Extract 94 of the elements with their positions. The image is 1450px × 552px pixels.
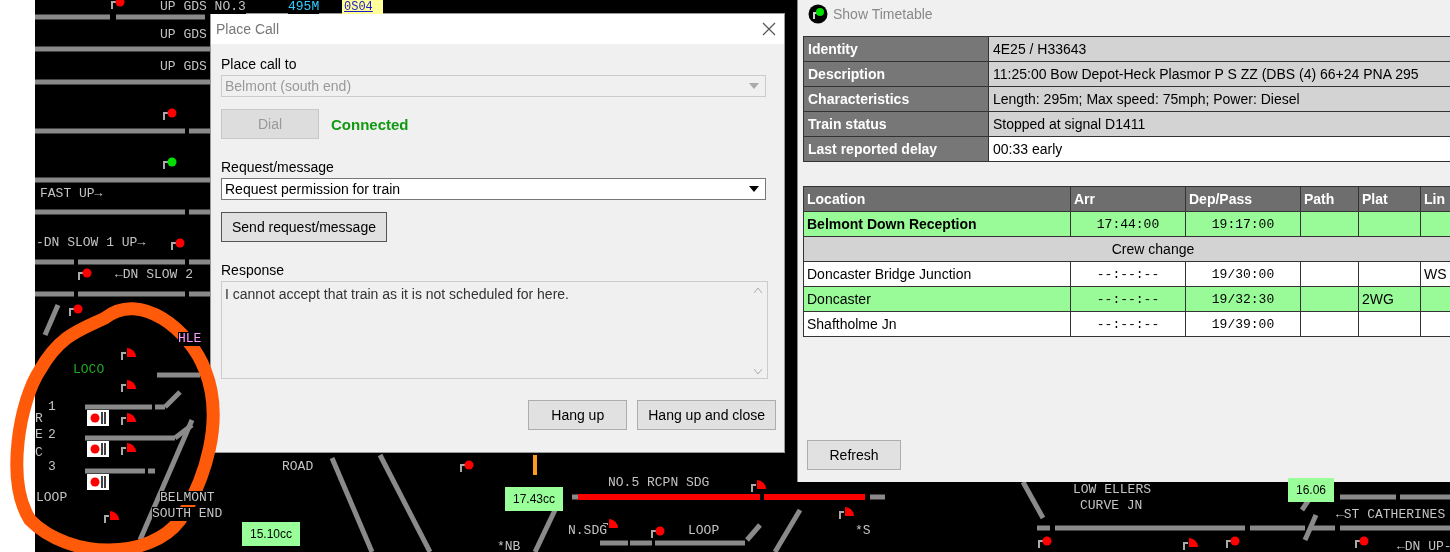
table-cell: Train status [803, 111, 989, 137]
signal-icon[interactable] [171, 238, 185, 251]
table-cell: Doncaster [803, 286, 1071, 312]
table-cell: Identity [803, 36, 989, 62]
signal-icon[interactable] [1355, 536, 1369, 549]
refresh-button[interactable]: Refresh [807, 440, 901, 470]
timer-label: 16.06 [1288, 478, 1335, 502]
track-label: *NB [497, 540, 521, 552]
shunt-signal-icon[interactable] [104, 511, 119, 524]
track-line [85, 404, 152, 410]
signal-icon [808, 4, 828, 24]
track-line [35, 259, 74, 265]
table-cell: Shaftholme Jn [803, 311, 1071, 337]
table-cell: 19:17:00 [1185, 211, 1301, 237]
shunt-signal-icon[interactable] [121, 348, 136, 361]
table-cell: Last reported delay [803, 136, 989, 162]
field-label: Response [221, 262, 285, 278]
column-header: Path [1300, 186, 1359, 212]
send-button[interactable]: Send request/message [221, 212, 387, 242]
column-header: Arr [1070, 186, 1186, 212]
timer-label: 17.43cc [505, 487, 564, 511]
signal-icon[interactable] [163, 108, 177, 121]
table-cell: --:--:-- [1070, 311, 1186, 337]
track-line [35, 291, 74, 297]
shunt-signal-icon[interactable] [121, 443, 136, 456]
shunt-signal-icon[interactable] [839, 507, 854, 520]
track-line [189, 128, 210, 134]
table-cell: Doncaster Bridge Junction [803, 261, 1071, 287]
track-line [1400, 494, 1450, 500]
signal-icon[interactable] [460, 460, 474, 473]
table-cell: 19/32:30 [1185, 286, 1301, 312]
track-label: HLE [178, 332, 202, 346]
track-line [189, 209, 210, 215]
shunt-signal-icon[interactable] [751, 480, 766, 493]
track-label: ←DN UP- [1397, 540, 1450, 552]
column-header: Dep/Pass [1185, 186, 1301, 212]
close-icon[interactable] [762, 22, 776, 36]
table-cell: 11:25:00 Bow Depot-Heck Plasmor P S ZZ (DBS (4) 66+24 PNA 295 [988, 61, 1450, 87]
signal-icon[interactable] [78, 268, 92, 281]
track-line [870, 494, 885, 500]
table-cell: 19/30:00 [1185, 261, 1301, 287]
track-label: UP GDS NO.3 [160, 0, 246, 14]
position-signal-icon[interactable] [87, 441, 109, 457]
signal-icon[interactable] [69, 304, 83, 317]
track-line [189, 259, 210, 265]
signal-icon[interactable] [111, 0, 125, 10]
shunt-signal-icon[interactable] [121, 380, 136, 393]
field-label: Request/message [221, 159, 334, 175]
field-label: Place call to [221, 56, 297, 72]
table-cell: 17:44:00 [1070, 211, 1186, 237]
column-header: Plat [1358, 186, 1421, 212]
table-cell: Length: 295m; Max speed: 75mph; Power: Diesel [988, 86, 1450, 112]
position-signal-icon[interactable] [87, 474, 109, 490]
berth-label: 0S04 [342, 0, 383, 14]
table-cell: 19/39:00 [1185, 311, 1301, 337]
dialog-button[interactable]: Hang up and close [637, 400, 776, 430]
caret-icon[interactable] [749, 186, 759, 192]
signal-icon[interactable] [1038, 536, 1052, 549]
track-line [532, 508, 558, 552]
track-line [157, 372, 200, 378]
track-line [42, 304, 61, 336]
dialog-button[interactable]: Hang up [528, 400, 628, 430]
table-cell: Description [803, 61, 989, 87]
track-label: SOUTH END [152, 507, 223, 521]
table-cell: --:--:-- [1070, 286, 1186, 312]
window-title: Show Timetable [833, 6, 933, 22]
track-line [600, 540, 628, 546]
column-header: Lin [1420, 186, 1450, 212]
signal-icon[interactable] [1226, 536, 1240, 549]
track-line [189, 291, 210, 297]
table-cell: Characteristics [803, 86, 989, 112]
shunt-signal-icon[interactable] [1183, 538, 1198, 551]
track-line [772, 508, 803, 552]
signal-icon[interactable] [163, 157, 177, 170]
distance-label: 495M [288, 0, 320, 14]
signal-icon[interactable] [651, 526, 665, 539]
table-cell: Belmont Down Reception [803, 211, 1071, 237]
table-cell: Stopped at signal D1411 [988, 111, 1450, 137]
track-line [572, 494, 578, 500]
connection-status: Connected [331, 115, 409, 133]
track-line [1340, 494, 1396, 500]
table-cell: Crew change [803, 236, 1450, 262]
track-line [1037, 525, 1050, 531]
track-label: BELMONT [160, 491, 215, 505]
track-line [630, 540, 652, 546]
shunt-signal-icon[interactable] [121, 413, 136, 426]
table-cell: 4E25 / H33643 [988, 36, 1450, 62]
table-cell: --:--:-- [1070, 261, 1186, 287]
window-title: Place Call [216, 21, 280, 37]
request-dropdown[interactable]: Request permission for train [221, 178, 766, 200]
column-header: Location [803, 186, 1071, 212]
timer-label: 15.10cc [242, 522, 301, 546]
position-signal-icon[interactable] [87, 410, 109, 426]
table-cell: 00:33 early [988, 136, 1450, 162]
